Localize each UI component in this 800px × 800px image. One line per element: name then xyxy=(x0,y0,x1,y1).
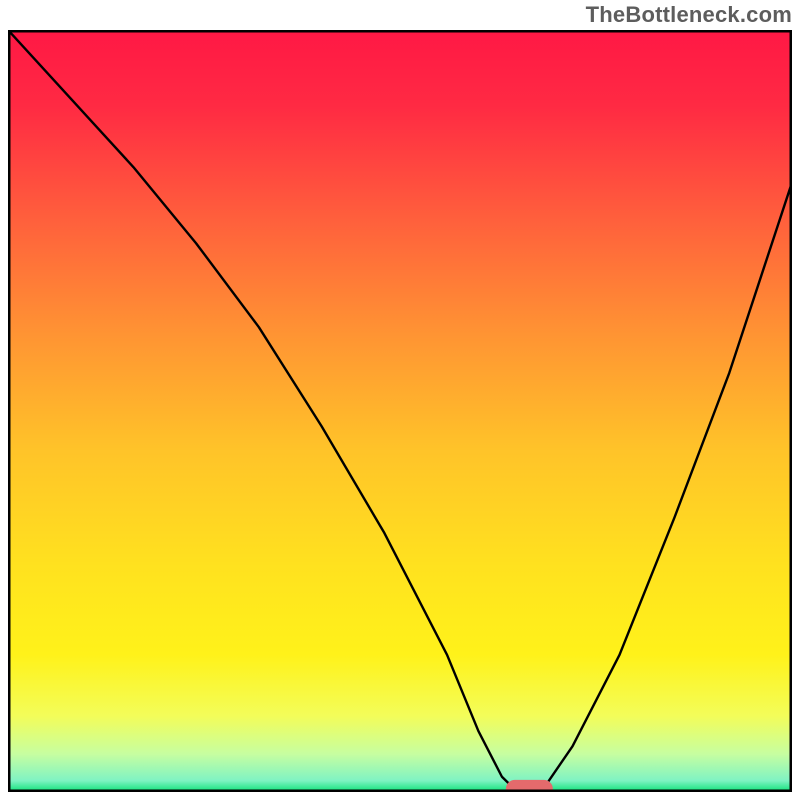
chart-svg xyxy=(8,30,792,792)
plot-area xyxy=(8,30,792,792)
chart-frame: TheBottleneck.com xyxy=(0,0,800,800)
watermark-text: TheBottleneck.com xyxy=(586,2,792,28)
gradient-background xyxy=(8,30,792,792)
